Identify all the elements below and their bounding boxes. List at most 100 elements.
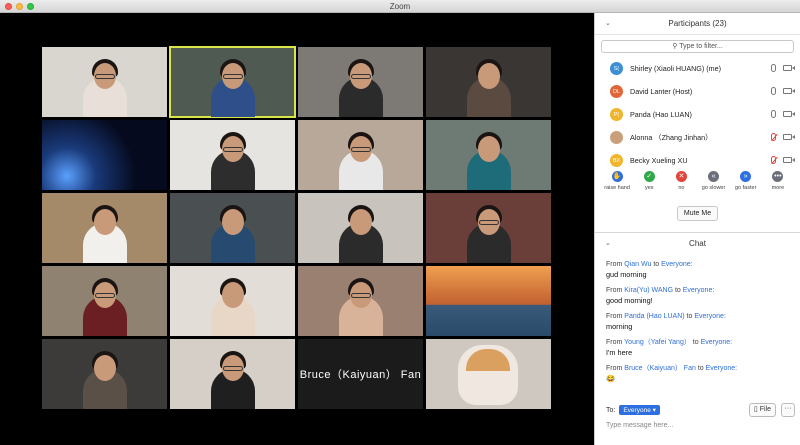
minimize-window-button[interactable] bbox=[16, 3, 23, 10]
go-slower-label: go slower bbox=[701, 185, 726, 191]
video-camera-icon[interactable] bbox=[783, 111, 795, 117]
video-tile[interactable] bbox=[42, 47, 167, 117]
video-tile[interactable] bbox=[42, 193, 167, 263]
avatar: BX bbox=[610, 154, 623, 167]
video-tile[interactable] bbox=[170, 120, 295, 190]
chat-message-text: morning bbox=[606, 322, 633, 331]
avatar: DL bbox=[610, 85, 623, 98]
chat-message-header: From Young（Yafei Yang） to Everyone: bbox=[606, 338, 800, 348]
chat-sender: Bruce（Kaiyuan） Fan bbox=[624, 365, 696, 372]
chat-message-text: 😂 bbox=[606, 374, 616, 383]
chat-message-header: From Bruce（Kaiyuan） Fan to Everyone: bbox=[606, 364, 800, 374]
to-label: To: bbox=[606, 406, 616, 414]
from-label: From bbox=[606, 261, 625, 268]
chat-sender: Panda (Hao LUAN) bbox=[624, 313, 685, 320]
participant-row[interactable]: BX Becky Xueling XU bbox=[595, 149, 800, 167]
participant-row[interactable]: Alonna （Zhang Jinhan） bbox=[595, 126, 800, 149]
participant-name: Becky Xueling XU bbox=[630, 156, 688, 165]
video-camera-icon[interactable] bbox=[783, 134, 795, 140]
go-faster-icon: » bbox=[740, 171, 752, 182]
raise-hand-button[interactable]: ✋ raise hand bbox=[602, 171, 632, 203]
recipient-dropdown[interactable]: Everyone ▾ bbox=[619, 405, 660, 415]
from-label: From bbox=[606, 287, 625, 294]
participant-status-icons bbox=[771, 87, 795, 95]
chat-message-header: From Kira(Yu) WANG to Everyone: bbox=[606, 286, 800, 296]
yes-label: yes bbox=[644, 185, 654, 191]
video-tile[interactable] bbox=[298, 266, 423, 336]
participant-video-face bbox=[477, 63, 500, 89]
video-tile[interactable] bbox=[298, 47, 423, 117]
chat-sender: Qian Wu bbox=[624, 261, 652, 268]
video-tile[interactable]: Bruce（Kaiyuan） Fan bbox=[298, 339, 423, 409]
video-tile[interactable] bbox=[298, 193, 423, 263]
chat-message-text: good morning! bbox=[606, 296, 653, 305]
participant-video-face bbox=[477, 136, 500, 162]
more-icon: ••• bbox=[772, 171, 784, 182]
video-tile[interactable] bbox=[426, 120, 551, 190]
participants-header: ⌄ Participants (23) bbox=[595, 13, 800, 35]
go-slower-button[interactable]: « go slower bbox=[699, 171, 729, 203]
video-tile[interactable] bbox=[426, 193, 551, 263]
chat-log: From Qian Wu to Everyone: gud morning From… bbox=[595, 260, 800, 400]
yes-button[interactable]: ✓ yes bbox=[634, 171, 664, 203]
video-tile[interactable] bbox=[170, 339, 295, 409]
go-faster-label: go faster bbox=[735, 185, 757, 191]
participant-video-face bbox=[93, 209, 116, 235]
collapse-chat-chevron-icon[interactable]: ⌄ bbox=[605, 233, 611, 255]
chat-message-header: From Panda (Hao LUAN) to Everyone: bbox=[606, 312, 800, 322]
video-tile[interactable] bbox=[42, 120, 167, 190]
video-tile[interactable] bbox=[298, 120, 423, 190]
participant-status-icons bbox=[771, 156, 795, 164]
chat-title: Chat bbox=[689, 239, 706, 248]
video-tile[interactable] bbox=[426, 266, 551, 336]
participant-video-glasses bbox=[94, 293, 115, 298]
more-button[interactable]: ••• more bbox=[763, 171, 793, 203]
participants-title: Participants (23) bbox=[668, 19, 727, 28]
to-label: to bbox=[651, 261, 662, 268]
participant-filter-input[interactable]: ⚲ Type to filter... bbox=[601, 40, 794, 53]
mic-icon[interactable] bbox=[771, 110, 776, 118]
video-tile[interactable] bbox=[426, 47, 551, 117]
video-tile[interactable] bbox=[169, 46, 296, 118]
chat-message-input[interactable]: Type message here... bbox=[606, 422, 673, 429]
maximize-window-button[interactable] bbox=[27, 3, 34, 10]
raise-hand-label: raise hand bbox=[604, 185, 630, 191]
mic-icon[interactable] bbox=[771, 64, 776, 72]
no-button[interactable]: ✕ no bbox=[666, 171, 696, 203]
mic-muted-icon[interactable] bbox=[771, 133, 776, 141]
from-label: From bbox=[606, 365, 625, 372]
recipient-value: Everyone bbox=[623, 407, 651, 414]
participant-filter-placeholder: Type to filter... bbox=[679, 43, 723, 50]
to-label: to bbox=[673, 287, 683, 294]
participant-video-glasses bbox=[478, 220, 499, 225]
video-tile[interactable] bbox=[426, 339, 551, 409]
mute-row: Mute Me bbox=[595, 203, 800, 229]
close-window-button[interactable] bbox=[5, 3, 12, 10]
mic-muted-icon[interactable] bbox=[771, 156, 776, 164]
video-tile[interactable] bbox=[170, 193, 295, 263]
from-label: From bbox=[606, 313, 625, 320]
mic-icon[interactable] bbox=[771, 87, 776, 95]
video-camera-icon[interactable] bbox=[783, 157, 795, 163]
more-label: more bbox=[771, 185, 785, 191]
no-icon: ✕ bbox=[675, 171, 687, 182]
participant-row[interactable]: P(Panda (Hao LUAN) bbox=[595, 103, 800, 126]
mute-me-button[interactable]: Mute Me bbox=[676, 206, 719, 221]
file-button[interactable]: ▯ File bbox=[748, 403, 776, 417]
chat-message: From Panda (Hao LUAN) to Everyone: mornin… bbox=[606, 312, 800, 332]
chat-recipient: Everyone: bbox=[694, 313, 726, 320]
participant-status-icons bbox=[771, 133, 795, 141]
go-faster-button[interactable]: » go faster bbox=[731, 171, 761, 203]
collapse-participants-chevron-icon[interactable]: ⌄ bbox=[605, 13, 611, 35]
chat-more-button[interactable]: ··· bbox=[781, 403, 795, 417]
video-camera-icon[interactable] bbox=[783, 65, 795, 71]
participant-video-glasses bbox=[350, 293, 371, 298]
video-tile[interactable] bbox=[42, 339, 167, 409]
participant-row[interactable]: DL David Lanter (Host) bbox=[595, 80, 800, 103]
participant-name: Shirley (Xiaoli HUANG) (me) bbox=[630, 64, 722, 73]
participant-row[interactable]: S(Shirley (Xiaoli HUANG) (me) bbox=[595, 57, 800, 80]
chat-header: ⌄ Chat bbox=[595, 233, 800, 255]
video-tile[interactable] bbox=[42, 266, 167, 336]
video-tile[interactable] bbox=[170, 266, 295, 336]
video-camera-icon[interactable] bbox=[783, 88, 795, 94]
